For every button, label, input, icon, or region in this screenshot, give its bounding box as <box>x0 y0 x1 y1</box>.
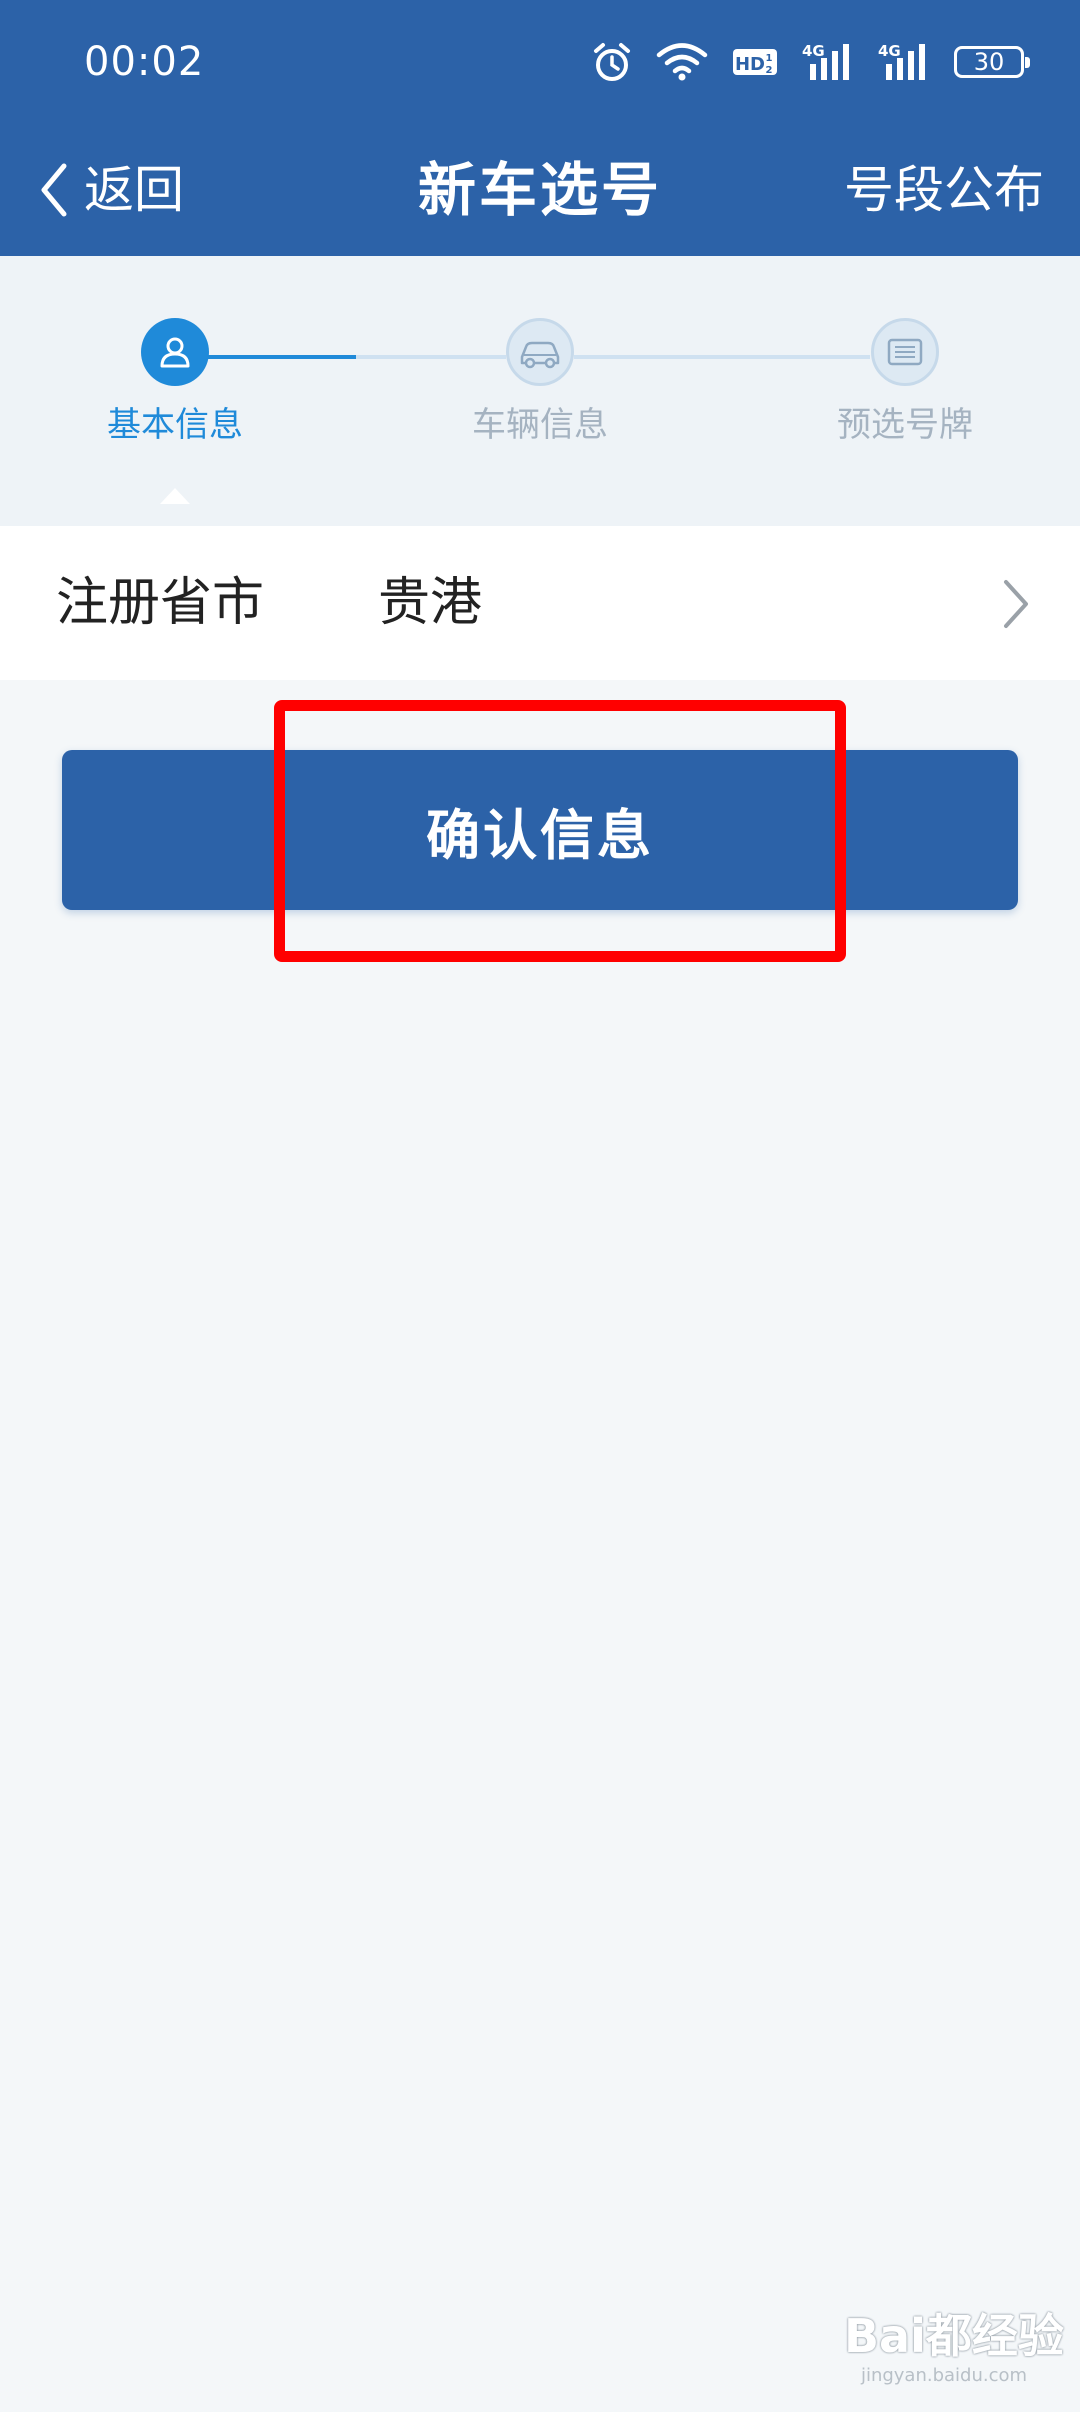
svg-text:1: 1 <box>766 53 773 64</box>
signal-4g-icon: 4G <box>878 42 925 80</box>
province-city-value: 贵港 <box>378 573 483 633</box>
step-label: 基本信息 <box>107 405 243 445</box>
step-label: 预选号牌 <box>837 405 973 445</box>
chevron-right-icon <box>1004 580 1028 628</box>
step-plate-preselect: 预选号牌 <box>785 318 1025 448</box>
step-circle <box>506 318 574 386</box>
battery-level: 30 <box>973 48 1005 76</box>
active-step-pointer <box>160 488 190 504</box>
step-circle <box>141 318 209 386</box>
step-basic-info: 基本信息 <box>55 318 295 448</box>
confirm-info-button[interactable]: 确认信息 <box>62 750 1018 910</box>
license-plate-icon <box>887 338 923 366</box>
watermark-logo: Bai都经验 <box>844 2309 1064 2363</box>
alarm-icon <box>594 43 630 81</box>
wifi-icon <box>656 43 708 81</box>
province-city-field[interactable]: 注册省市 贵港 <box>0 526 1080 680</box>
svg-text:HD: HD <box>735 54 765 75</box>
svg-text:4G: 4G <box>802 42 825 60</box>
province-city-label: 注册省市 <box>56 573 265 633</box>
status-time: 00:02 <box>84 39 205 85</box>
svg-text:4G: 4G <box>878 42 901 60</box>
person-icon <box>160 337 190 368</box>
status-bar: 00:02 HD 1 2 4G 4G 30 <box>0 0 1080 124</box>
app-header: 00:02 HD 1 2 4G 4G 30 返回 新车选号 号段公布 <box>0 0 1080 256</box>
hd-icon: HD 1 2 <box>733 49 777 76</box>
step-vehicle-info: 车辆信息 <box>420 318 660 448</box>
step-label: 车辆信息 <box>472 405 608 445</box>
nav-bar: 返回 新车选号 号段公布 <box>0 124 1080 256</box>
watermark-url: jingyan.baidu.com <box>860 2365 1028 2386</box>
status-icons: HD 1 2 4G 4G 30 <box>592 36 1030 88</box>
step-indicator: 基本信息 车辆信息 预选号牌 <box>0 256 1080 526</box>
battery-icon: 30 <box>954 46 1030 78</box>
baidu-jingyan-watermark: Bai都经验 jingyan.baidu.com <box>844 2308 1064 2388</box>
car-icon <box>520 341 560 369</box>
signal-4g-icon: 4G <box>802 42 849 80</box>
number-range-button[interactable]: 号段公布 <box>844 150 1044 230</box>
svg-text:2: 2 <box>766 65 773 76</box>
step-circle <box>871 318 939 386</box>
